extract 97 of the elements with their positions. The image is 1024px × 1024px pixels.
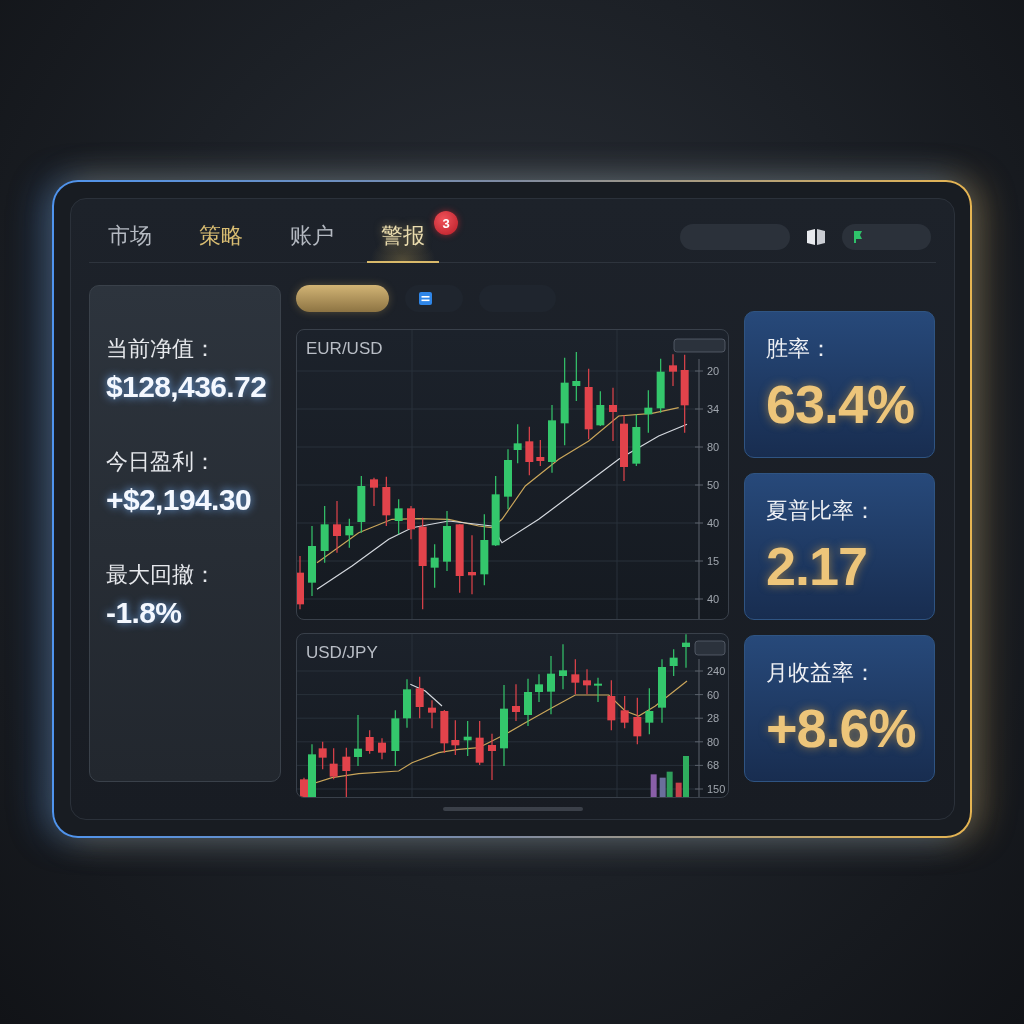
candlestick <box>620 414 628 482</box>
metric-value: 63.4% <box>766 376 915 432</box>
candlestick <box>407 505 415 540</box>
candlestick <box>329 747 338 780</box>
candlestick <box>320 505 329 564</box>
metric-label: 胜率： <box>766 336 832 362</box>
candlestick <box>428 699 436 729</box>
filter-chip[interactable] <box>405 285 463 312</box>
candlestick <box>430 543 439 589</box>
candlestick <box>512 683 520 722</box>
axis-tick-label: 40 <box>707 593 720 605</box>
candlestick <box>382 476 391 527</box>
candlestick <box>584 368 593 440</box>
candlestick <box>620 695 629 729</box>
candlestick <box>645 687 654 735</box>
candlestick <box>342 747 351 797</box>
summary-label: 今日盈利： <box>106 449 216 475</box>
axis-tick-label: 20 <box>707 365 720 377</box>
candlestick <box>607 679 616 731</box>
candlestick <box>318 741 327 770</box>
candlestick <box>463 720 472 757</box>
filter-chip[interactable] <box>296 285 389 312</box>
candlestick <box>536 439 545 467</box>
candlestick <box>365 729 374 755</box>
candlestick <box>525 426 534 476</box>
axis-tick-label: 28 <box>707 712 720 725</box>
pill-button[interactable] <box>842 223 931 250</box>
tab[interactable]: 策略 <box>185 211 257 263</box>
tab[interactable]: 市场 <box>94 211 166 263</box>
candlestick <box>333 500 341 554</box>
metric-label: 月收益率： <box>766 660 876 686</box>
candlestick <box>297 555 304 610</box>
candlestick <box>451 719 460 756</box>
chart-badge <box>694 640 726 656</box>
tab[interactable]: 账户 <box>276 211 348 263</box>
chart-title: EUR/USD <box>306 339 383 359</box>
candlestick <box>572 351 581 402</box>
candlestick <box>644 389 653 434</box>
candlestick <box>583 668 591 695</box>
metric-value: 2.17 <box>766 538 868 594</box>
axis-tick-label: 240 <box>707 665 726 677</box>
metric-value: +8.6% <box>766 700 916 756</box>
metric-label: 夏普比率： <box>766 498 876 524</box>
axis-tick-label: 80 <box>707 735 720 748</box>
summary-label: 最大回撤： <box>106 562 216 588</box>
candlestick <box>488 733 496 781</box>
candlestick <box>594 677 602 703</box>
candlestick <box>632 413 641 467</box>
candlestick <box>443 510 451 572</box>
candlestick <box>596 390 605 427</box>
candlestick <box>345 518 354 549</box>
candlestick <box>440 709 449 754</box>
axis-tick-label: 60 <box>707 688 720 701</box>
summary-value: -1.8% <box>106 596 182 630</box>
candlestick <box>535 673 543 703</box>
axis-tick-label: 150 <box>707 783 726 795</box>
candlestick <box>559 643 567 690</box>
candlestick <box>394 498 403 535</box>
candlestick <box>475 720 484 766</box>
candlestick <box>658 658 666 724</box>
axis-tick-label: 40 <box>707 517 720 529</box>
chart-badge <box>673 338 726 353</box>
candlestick <box>571 658 580 695</box>
flag-icon <box>854 230 862 243</box>
list-icon <box>419 292 432 305</box>
axis-tick-label: 50 <box>707 479 720 491</box>
candlestick <box>308 525 316 597</box>
candlestick <box>633 697 642 745</box>
candlestick <box>524 678 532 727</box>
chart-title: USD/JPY <box>306 643 378 663</box>
candlestick <box>403 678 411 729</box>
notification-badge: 3 <box>434 211 458 235</box>
candlestick <box>378 737 386 760</box>
candlestick <box>468 534 476 595</box>
candlestick <box>669 353 677 387</box>
candlestick <box>609 387 617 442</box>
summary-value: $128,436.72 <box>106 370 267 404</box>
candlestick <box>547 655 555 715</box>
axis-tick-label: 34 <box>707 403 720 415</box>
candlestick <box>669 648 678 677</box>
summary-value: +$2,194.30 <box>106 483 251 517</box>
candlestick <box>415 676 424 719</box>
candlestick <box>455 523 464 594</box>
summary-label: 当前净值： <box>106 336 216 362</box>
candlestick <box>357 475 366 534</box>
volume-bar <box>650 774 657 797</box>
axis-tick-label: 68 <box>707 759 720 772</box>
candlestick <box>548 404 556 474</box>
candlestick <box>682 634 690 669</box>
candlestick <box>391 709 400 767</box>
candlestick <box>370 477 378 507</box>
axis-tick-label: 15 <box>707 555 720 567</box>
candlestick <box>354 714 362 767</box>
axis-tick-label: 80 <box>707 441 720 453</box>
book-icon[interactable] <box>806 226 826 247</box>
candlestick <box>491 475 500 547</box>
candlestick <box>656 358 665 414</box>
